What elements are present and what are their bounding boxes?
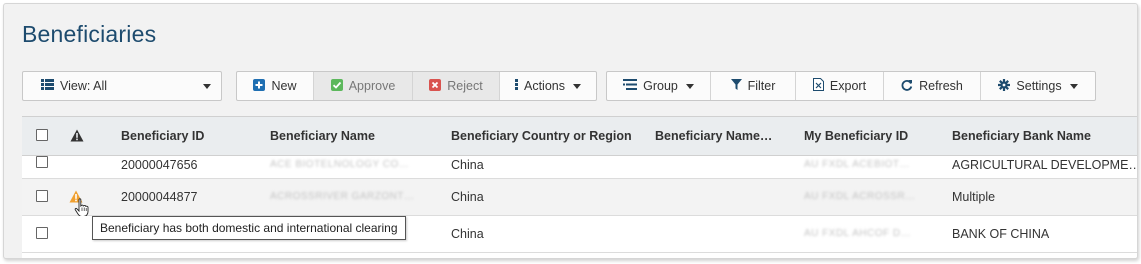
view-actions-group: Group Filter Export Refresh Settings: [606, 71, 1096, 101]
chevron-down-icon: [1069, 83, 1078, 89]
warning-tooltip: Beneficiary has both domestic and intern…: [92, 216, 406, 240]
filter-button[interactable]: Filter: [711, 72, 796, 100]
new-button[interactable]: New: [237, 72, 314, 100]
country-cell: China: [451, 190, 484, 204]
beneficiaries-panel: Beneficiaries View: All New Approve Reje…: [3, 3, 1138, 259]
country-cell: China: [451, 158, 484, 172]
settings-dropdown-label: Settings: [1016, 79, 1062, 93]
settings-dropdown[interactable]: Settings: [981, 72, 1095, 100]
filter-button-label: Filter: [747, 79, 776, 93]
list-icon: [41, 79, 54, 93]
warning-icon: [70, 129, 84, 147]
chevron-down-icon: [685, 83, 694, 89]
column-header-beneficiary-name-2[interactable]: Beneficiary Name…: [655, 117, 772, 155]
select-all-checkbox[interactable]: [36, 129, 48, 141]
beneficiary-id-cell: 20000044877: [121, 190, 198, 204]
gear-icon: [998, 78, 1011, 94]
chevron-down-icon: [203, 84, 211, 89]
row-checkbox[interactable]: [36, 156, 48, 168]
new-button-label: New: [271, 79, 297, 93]
bank-name-cell: AGRICULTURAL DEVELOPME…: [952, 158, 1138, 172]
check-icon: [330, 78, 343, 94]
refresh-button-label: Refresh: [919, 79, 963, 93]
reject-button-label: Reject: [447, 79, 483, 93]
group-icon: [623, 79, 638, 93]
bank-name-cell: Multiple: [952, 190, 996, 204]
my-beneficiary-id-cell: AU FXDL AHCOF D…: [804, 228, 912, 239]
table-row[interactable]: 20000047656 ACE BIOTELNOLOGY CO… China A…: [22, 156, 1137, 179]
approve-button[interactable]: Approve: [314, 72, 413, 100]
chevron-down-icon: [573, 83, 581, 89]
record-actions-group: New Approve Reject Actions: [236, 71, 597, 101]
country-cell: China: [451, 227, 484, 241]
excel-file-icon: [812, 78, 824, 94]
actions-dropdown-label: Actions: [524, 79, 565, 93]
my-beneficiary-id-cell: AU FXDL ACROSSR…: [804, 191, 916, 202]
filter-icon: [730, 79, 742, 93]
bank-name-cell: BANK OF CHINA: [952, 227, 1050, 241]
plus-icon: [253, 78, 266, 94]
group-dropdown-label: Group: [643, 79, 678, 93]
beneficiary-name-cell: ACROSSRIVER GARZONT…: [270, 191, 415, 202]
export-button[interactable]: Export: [796, 72, 884, 100]
refresh-icon: [901, 79, 913, 94]
beneficiary-id-cell: 20000047656: [121, 158, 198, 172]
close-icon: [429, 78, 442, 94]
table-row[interactable]: 20000044877 ACROSSRIVER GARZONT… China A…: [22, 179, 1137, 217]
more-vertical-icon: [515, 79, 518, 93]
view-select[interactable]: View: All: [22, 71, 222, 101]
my-beneficiary-id-cell: AU FXDL ACEBIOT…: [804, 159, 910, 170]
page-title: Beneficiaries: [22, 21, 157, 47]
refresh-button[interactable]: Refresh: [884, 72, 981, 100]
row-checkbox[interactable]: [36, 190, 48, 202]
export-button-label: Export: [829, 79, 867, 93]
group-dropdown[interactable]: Group: [607, 72, 711, 100]
actions-dropdown[interactable]: Actions: [500, 72, 596, 100]
beneficiary-name-cell: ACE BIOTELNOLOGY CO…: [270, 159, 410, 170]
row-checkbox[interactable]: [36, 227, 48, 239]
approve-button-label: Approve: [348, 79, 396, 93]
view-select-label: View: All: [60, 79, 108, 93]
reject-button[interactable]: Reject: [413, 72, 500, 100]
